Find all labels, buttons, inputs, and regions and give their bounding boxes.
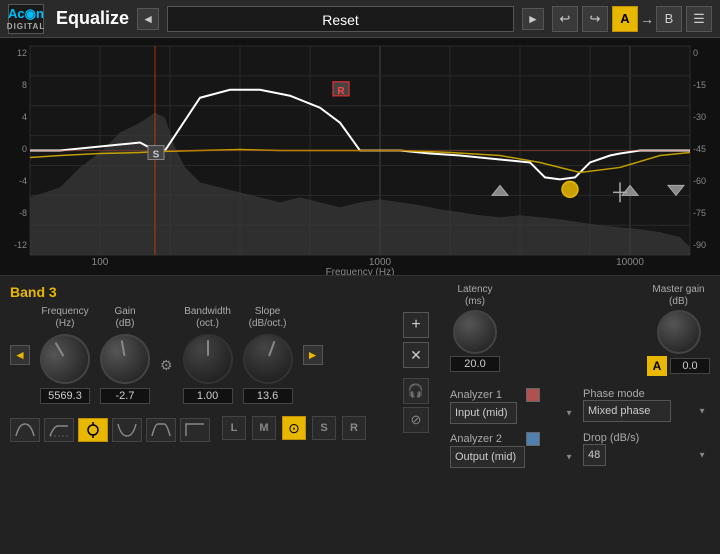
- drop-label: Drop (dB/s): [583, 432, 653, 444]
- phase-mode-label: Phase mode: [583, 388, 653, 400]
- eq-graph[interactable]: S R 100 1000 10000 Frequency (Hz): [0, 38, 720, 275]
- preset-name: Reset: [167, 6, 514, 32]
- slope-label: Slope(dB/oct.): [249, 306, 287, 330]
- bottom-area: Band 3 ◄ Frequency(Hz) 5569.3 Gain(dB) -…: [0, 276, 720, 554]
- add-band-button[interactable]: +: [403, 312, 429, 338]
- remove-band-button[interactable]: ✕: [403, 342, 429, 368]
- band-type-bandpass[interactable]: [146, 418, 176, 442]
- band-type-valley[interactable]: [112, 418, 142, 442]
- phase-mode-select[interactable]: Mixed phase Linear phase Minimum phase: [583, 400, 671, 422]
- latency-panel: Latency(ms): [450, 284, 500, 376]
- mute-icon[interactable]: ⊘: [403, 407, 429, 433]
- frequency-knob[interactable]: [31, 325, 99, 393]
- analyzer2-select[interactable]: Output (mid) Output (left) Output (right…: [450, 446, 525, 468]
- gain-label: Gain(dB): [114, 306, 135, 330]
- slope-group: Slope(dB/oct.) 13.6: [243, 306, 293, 404]
- band-type-bell[interactable]: [10, 418, 40, 442]
- lms-row: L M ⊙ S R: [218, 416, 366, 440]
- latency-value[interactable]: [450, 356, 500, 372]
- analyzer2-section: Analyzer 2 Output (mid) Output (left) Ou…: [450, 428, 577, 468]
- master-gain-knob[interactable]: [657, 310, 701, 354]
- bandwidth-label: Bandwidth(oct.): [184, 306, 231, 330]
- drop-label-row: Drop (dB/s): [583, 432, 710, 444]
- svg-text:10000: 10000: [616, 257, 644, 268]
- lms-l[interactable]: L: [222, 416, 246, 440]
- right-panel: Latency(ms) Master gain(dB) A: [450, 284, 710, 468]
- analyzer1-section: Analyzer 1 Input (mid) Input (left) Inpu…: [450, 384, 577, 424]
- svg-text:100: 100: [92, 257, 109, 268]
- analyzer1-select-wrapper: Input (mid) Input (left) Input (right) N…: [450, 402, 577, 424]
- eq-display[interactable]: 12 8 4 0 -4 -8 -12 0 -15 -30 -45 -60 -75…: [0, 38, 720, 276]
- band-next-button[interactable]: ►: [303, 345, 323, 365]
- analyzer1-color-box: [526, 388, 540, 402]
- ab-group: A → B: [612, 6, 682, 32]
- latency-label: Latency(ms): [457, 284, 492, 308]
- headphone-icon[interactable]: 🎧: [403, 378, 429, 404]
- phase-mode-select-wrapper: Mixed phase Linear phase Minimum phase: [583, 400, 710, 422]
- frequency-value[interactable]: 5569.3: [40, 388, 90, 404]
- analyzer1-select[interactable]: Input (mid) Input (left) Input (right) N…: [450, 402, 517, 424]
- latency-knob[interactable]: [453, 310, 497, 354]
- app-title: Equalize: [56, 8, 129, 29]
- master-gain-value[interactable]: [670, 358, 710, 374]
- svg-text:Frequency (Hz): Frequency (Hz): [326, 267, 395, 275]
- band-title: Band 3: [10, 284, 382, 300]
- band-type-brickwall[interactable]: [180, 418, 210, 442]
- ab-arrow-icon: →: [640, 11, 654, 27]
- slope-value[interactable]: 13.6: [243, 388, 293, 404]
- undo-button[interactable]: ↩: [552, 6, 578, 32]
- phase-mode-section: Phase mode Mixed phase Linear phase Mini…: [583, 384, 710, 424]
- bandwidth-knob[interactable]: [183, 334, 233, 384]
- band-type-highshelf[interactable]: [44, 418, 74, 442]
- analyzer1-label-row: Analyzer 1: [450, 388, 577, 402]
- svg-text:R: R: [337, 86, 344, 97]
- logo: Ac◉n DIGITAL: [8, 4, 44, 34]
- band-types-row: [10, 418, 210, 442]
- ab-b-button[interactable]: B: [656, 6, 682, 32]
- logo-icon: Ac◉n DIGITAL: [8, 4, 44, 34]
- band-prev-button[interactable]: ◄: [10, 345, 30, 365]
- knobs-row: ◄ Frequency(Hz) 5569.3 Gain(dB) -2.7 ⚙: [10, 306, 382, 404]
- lms-link[interactable]: ⊙: [282, 416, 306, 440]
- ab-a-button[interactable]: A: [612, 6, 638, 32]
- drop-select-wrapper: 48 24 12 6: [583, 444, 710, 466]
- menu-button[interactable]: ☰: [686, 6, 712, 32]
- header: Ac◉n DIGITAL Equalize ◄ Reset ► ↩ ↪ A → …: [0, 0, 720, 38]
- drop-select[interactable]: 48 24 12 6: [583, 444, 606, 466]
- analyzer2-select-wrapper: Output (mid) Output (left) Output (right…: [450, 446, 577, 468]
- gain-knob[interactable]: [96, 330, 154, 388]
- master-gain-panel: Master gain(dB) A: [647, 284, 710, 376]
- phase-mode-label-row: Phase mode: [583, 388, 710, 400]
- band-controls: Band 3 ◄ Frequency(Hz) 5569.3 Gain(dB) -…: [10, 284, 382, 468]
- redo-button[interactable]: ↪: [582, 6, 608, 32]
- preset-next-button[interactable]: ►: [522, 8, 544, 30]
- drop-section: Drop (dB/s) 48 24 12 6: [583, 428, 710, 468]
- lms-s[interactable]: S: [312, 416, 336, 440]
- gain-value[interactable]: -2.7: [100, 388, 150, 404]
- a-indicator: A: [647, 356, 667, 376]
- preset-prev-button[interactable]: ◄: [137, 8, 159, 30]
- analyzer1-label: Analyzer 1: [450, 389, 520, 401]
- lms-m[interactable]: M: [252, 416, 276, 440]
- gear-icon[interactable]: ⚙: [160, 357, 173, 374]
- analyzer2-label: Analyzer 2: [450, 433, 520, 445]
- bandwidth-group: Bandwidth(oct.) 1.00: [183, 306, 233, 404]
- analyzer2-color-box: [526, 432, 540, 446]
- frequency-group: Frequency(Hz) 5569.3: [40, 306, 90, 404]
- band-type-notch[interactable]: [78, 418, 108, 442]
- lms-r[interactable]: R: [342, 416, 366, 440]
- analyzer2-label-row: Analyzer 2: [450, 432, 577, 446]
- master-gain-label: Master gain(dB): [652, 284, 704, 308]
- gain-group: Gain(dB) -2.7: [100, 306, 150, 404]
- bandwidth-value[interactable]: 1.00: [183, 388, 233, 404]
- header-right: ↩ ↪ A → B ☰: [552, 6, 712, 32]
- frequency-label: Frequency(Hz): [41, 306, 88, 330]
- svg-text:S: S: [153, 150, 160, 161]
- slope-knob[interactable]: [236, 327, 300, 391]
